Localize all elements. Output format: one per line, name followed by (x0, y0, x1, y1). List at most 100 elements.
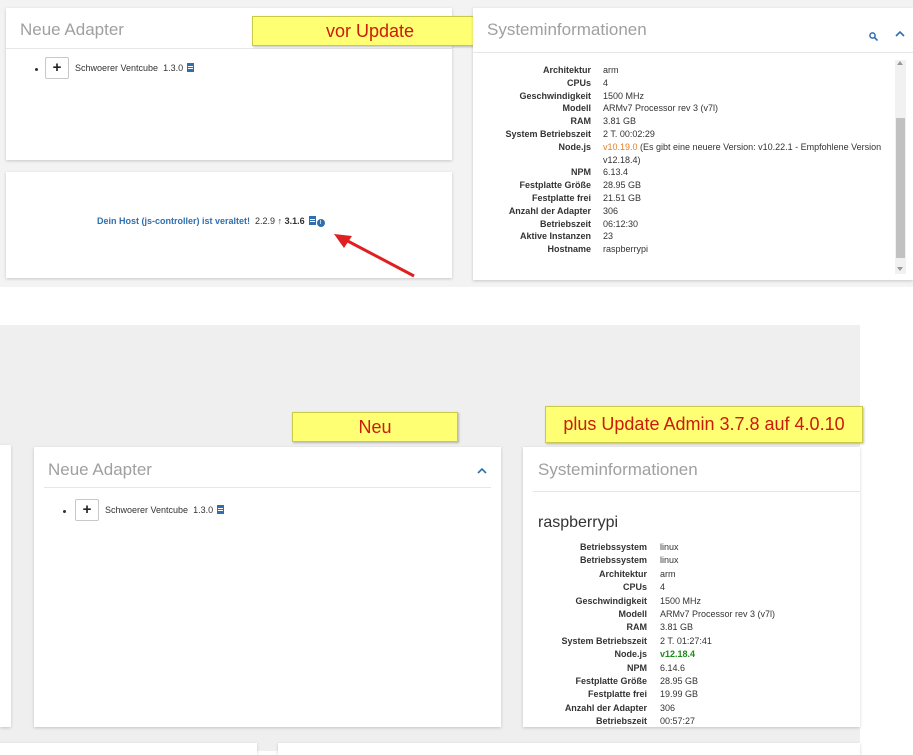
red-pointer-arrow (334, 234, 415, 278)
sysinfo-label: Betriebssystem (579, 542, 647, 552)
search-icon[interactable] (869, 28, 879, 42)
card-divider (473, 52, 913, 53)
list-bullet (63, 510, 66, 513)
sysinfo-value: 4 (603, 77, 609, 88)
sysinfo-value: v12.18.4 (660, 649, 696, 660)
scrollbar[interactable] (895, 60, 906, 274)
sysinfo-value: 6.14.6 (660, 662, 686, 673)
sysinfo-value: arm (660, 568, 676, 579)
sysinfo-value: 1500 MHz (660, 595, 702, 606)
bottom-partial-card-left (0, 743, 257, 755)
sysinfo-label: Festplatte Größe (519, 180, 591, 191)
sysinfo-value: arm (603, 65, 619, 75)
sysinfo-label: Architektur (542, 65, 591, 75)
sysinfo-label: Festplatte Größe (575, 676, 647, 686)
sysinfo-card-old: Systeminformationen Architektur arm CPUs 4 G… (473, 8, 913, 280)
scroll-down-arrow[interactable] (897, 267, 903, 271)
neue-adapter-title: Neue Adapter (20, 20, 124, 39)
sysinfo-card-new: Systeminformationen raspberrypi Betriebs… (523, 447, 860, 727)
bottom-partial-card-right (278, 743, 860, 755)
sysinfo-value: 6.13.4 (603, 167, 629, 178)
card-divider (44, 487, 491, 488)
neue-adapter-title: Neue Adapter (48, 460, 152, 479)
sysinfo-label: Node.js (614, 649, 647, 660)
sysinfo-label: Modell (618, 609, 648, 619)
neue-adapter-card-new: Neue Adapter + Schwoerer Ventcube 1.3.0 (34, 447, 501, 727)
sysinfo-value: 28.95 GB (603, 180, 642, 191)
sysinfo-value: ARMv7 Processor rev 3 (v7l) (603, 103, 719, 114)
sysinfo-value: 21.51 GB (603, 193, 642, 203)
host-outdated-link[interactable]: Dein Host (js-controller) ist veraltet! (97, 216, 250, 226)
card-divider (6, 48, 452, 49)
document-icon[interactable] (187, 63, 195, 72)
adapter-name: Schwoerer Ventcube (75, 63, 159, 73)
sysinfo-value: 06:12:30 (603, 218, 639, 229)
sysinfo-label: CPUs (622, 582, 647, 593)
node-version-outdated: v10.19.0 (603, 141, 638, 152)
arrow-up-icon: ↑ (277, 216, 283, 226)
adapter-list-item: Schwoerer Ventcube 1.3.0 (105, 505, 225, 515)
sysinfo-label: Betriebszeit (539, 218, 591, 229)
document-icon[interactable] (217, 505, 225, 514)
host-warning-line: Dein Host (js-controller) ist veraltet! … (97, 216, 325, 227)
sysinfo-value: 306 (660, 702, 676, 713)
sysinfo-label: Aktive Instanzen (519, 231, 591, 242)
sysinfo-label: RAM (626, 622, 648, 633)
sysinfo-label: Anzahl der Adapter (508, 205, 591, 216)
scroll-up-arrow[interactable] (897, 61, 903, 65)
sysinfo-label: System Betriebszeit (561, 635, 647, 646)
list-bullet (35, 68, 38, 71)
node-update-hint-cont: v12.18.4) (603, 154, 641, 165)
sysinfo-value: v10.19.0 (Es gibt eine neuere Version: v… (603, 142, 881, 152)
sysinfo-value: 2 T. 01:27:41 (660, 635, 712, 646)
sysinfo-value: 28.95 GB (660, 676, 699, 686)
sysinfo-value: 00:57:27 (660, 716, 696, 727)
sysinfo-label: System Betriebszeit (505, 129, 591, 139)
sysinfo-value: linux (660, 542, 679, 552)
sysinfo-value: 3.81 GB (660, 622, 694, 633)
sysinfo-label: Betriebssystem (579, 555, 647, 566)
scroll-thumb[interactable] (896, 118, 905, 258)
sysinfo-label: Betriebszeit (595, 716, 647, 727)
info-icon[interactable]: i (316, 219, 325, 227)
sysinfo-value: 306 (603, 205, 619, 216)
sysinfo-label: Festplatte frei (531, 193, 591, 203)
sysinfo-title: Systeminformationen (487, 20, 647, 39)
install-adapter-button[interactable]: + (45, 57, 69, 79)
sysinfo-value: 3.81 GB (603, 116, 637, 127)
left-partial-card (0, 445, 11, 727)
sysinfo-label: Festplatte frei (587, 689, 647, 700)
sysinfo-value: 23 (603, 231, 614, 242)
sysinfo-label: Node.js (558, 141, 591, 152)
sysinfo-label: CPUs (566, 77, 591, 88)
sysinfo-label: RAM (570, 116, 592, 127)
note-admin-update: plus Update Admin 3.7.8 auf 4.0.10 (545, 406, 863, 443)
adapter-list-item: Schwoerer Ventcube 1.3.0 (75, 63, 195, 73)
chevron-up-icon[interactable] (895, 26, 905, 37)
sysinfo-value: ARMv7 Processor rev 3 (v7l) (660, 609, 776, 619)
adapter-version: 1.3.0 (163, 63, 184, 73)
sysinfo-label: NPM (571, 167, 591, 178)
card-divider (533, 491, 860, 492)
sysinfo-label: Modell (562, 103, 592, 114)
sysinfo-value: 1500 MHz (603, 90, 645, 101)
host-new-version: 3.1.6 (284, 216, 305, 226)
install-adapter-button[interactable]: + (75, 499, 99, 521)
document-icon[interactable] (308, 216, 316, 225)
host-name-heading: raspberrypi (538, 514, 619, 531)
adapter-name: Schwoerer Ventcube (105, 505, 189, 515)
host-old-version: 2.2.9 (255, 216, 276, 226)
sysinfo-label: Geschwindigkeit (519, 90, 591, 101)
sysinfo-label: Hostname (547, 244, 591, 255)
adapter-version: 1.3.0 (193, 505, 214, 515)
chevron-up-icon[interactable] (477, 463, 487, 474)
node-update-hint: (Es gibt eine neuere Version: v10.22.1 -… (637, 141, 882, 152)
sysinfo-label: Geschwindigkeit (575, 595, 647, 606)
sysinfo-value: 19.99 GB (660, 689, 699, 700)
sysinfo-value: raspberrypi (603, 244, 649, 255)
sysinfo-label: Architektur (598, 568, 647, 579)
sysinfo-value: 2 T. 00:02:29 (603, 129, 655, 139)
sysinfo-label: Anzahl der Adapter (564, 702, 647, 713)
sysinfo-title: Systeminformationen (538, 460, 698, 479)
sysinfo-value: linux (660, 555, 679, 566)
